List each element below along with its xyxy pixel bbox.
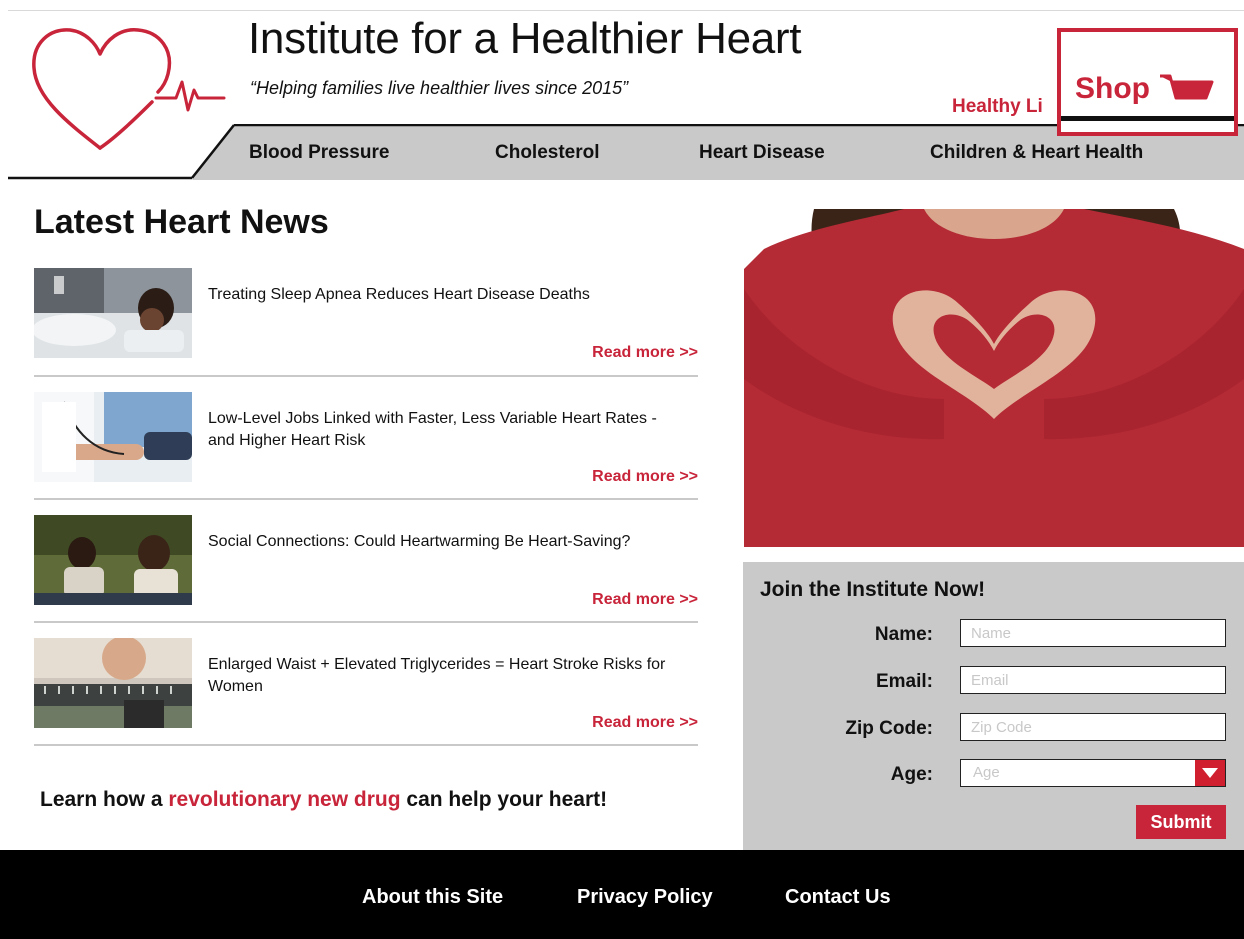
news-title[interactable]: Enlarged Waist + Elevated Triglycerides … xyxy=(208,654,678,698)
news-divider xyxy=(34,744,698,746)
news-title[interactable]: Social Connections: Could Heartwarming B… xyxy=(208,531,678,553)
promo-text: Learn how a revolutionary new drug can h… xyxy=(40,788,607,812)
age-select[interactable]: Age xyxy=(960,759,1226,787)
zip-code-input[interactable] xyxy=(960,713,1226,741)
news-thumbnail-social[interactable] xyxy=(34,515,192,605)
email-input[interactable] xyxy=(960,666,1226,694)
read-more-link[interactable]: Read more >> xyxy=(592,714,698,732)
shop-label: Shop xyxy=(1075,72,1150,105)
news-title[interactable]: Treating Sleep Apnea Reduces Heart Disea… xyxy=(208,284,678,306)
submit-button[interactable]: Submit xyxy=(1136,805,1226,839)
age-label: Age: xyxy=(890,764,933,785)
shop-underline xyxy=(1061,116,1234,121)
form-title: Join the Institute Now! xyxy=(760,578,986,601)
nav-item-children-heart-health[interactable]: Children & Heart Health xyxy=(930,142,1143,164)
dropdown-button[interactable] xyxy=(1195,760,1225,786)
header-top-border xyxy=(8,10,1244,11)
news-item: Treating Sleep Apnea Reduces Heart Disea… xyxy=(34,268,698,368)
chevron-down-icon xyxy=(1202,768,1218,778)
promo-text-after: can help your heart! xyxy=(400,788,608,811)
shopping-cart-icon xyxy=(1160,74,1214,100)
news-thumbnail-sleep[interactable] xyxy=(34,268,192,358)
news-thumbnail-blood-pressure[interactable] xyxy=(34,392,192,482)
news-divider xyxy=(34,375,698,377)
join-form: Join the Institute Now! Name: Email: Zip… xyxy=(743,562,1244,850)
name-input[interactable] xyxy=(960,619,1226,647)
site-tagline: “Helping families live healthier lives s… xyxy=(250,78,629,98)
promo-text-before: Learn how a xyxy=(40,788,169,811)
age-select-placeholder: Age xyxy=(973,764,1000,781)
email-label: Email: xyxy=(875,671,933,692)
footer-link-contact[interactable]: Contact Us xyxy=(785,886,891,909)
news-item: Enlarged Waist + Elevated Triglycerides … xyxy=(34,638,698,738)
nav-item-cholesterol[interactable]: Cholesterol xyxy=(495,142,600,164)
hero-heart-hands-image xyxy=(744,209,1244,547)
news-item: Low-Level Jobs Linked with Faster, Less … xyxy=(34,392,698,492)
promo-drug-link[interactable]: revolutionary new drug xyxy=(168,788,400,811)
zip-code-label: Zip Code: xyxy=(845,718,933,739)
healthy-living-link[interactable]: Healthy Li xyxy=(952,96,1060,118)
read-more-link[interactable]: Read more >> xyxy=(592,344,698,362)
footer-link-about[interactable]: About this Site xyxy=(362,886,503,909)
news-item: Social Connections: Could Heartwarming B… xyxy=(34,515,698,615)
read-more-link[interactable]: Read more >> xyxy=(592,468,698,486)
news-thumbnail-waist[interactable] xyxy=(34,638,192,728)
name-label: Name: xyxy=(874,624,933,645)
footer: About this Site Privacy Policy Contact U… xyxy=(0,850,1244,939)
shop-button[interactable]: Shop xyxy=(1057,28,1238,136)
nav-item-blood-pressure[interactable]: Blood Pressure xyxy=(249,142,389,164)
nav-item-heart-disease[interactable]: Heart Disease xyxy=(699,142,825,164)
read-more-link[interactable]: Read more >> xyxy=(592,591,698,609)
news-divider xyxy=(34,621,698,623)
news-title[interactable]: Low-Level Jobs Linked with Faster, Less … xyxy=(208,408,678,452)
site-title: Institute for a Healthier Heart xyxy=(248,14,802,63)
footer-link-privacy[interactable]: Privacy Policy xyxy=(577,886,713,909)
page: Institute for a Healthier Heart “Helping… xyxy=(0,0,1244,939)
news-divider xyxy=(34,498,698,500)
news-heading: Latest Heart News xyxy=(34,203,329,241)
